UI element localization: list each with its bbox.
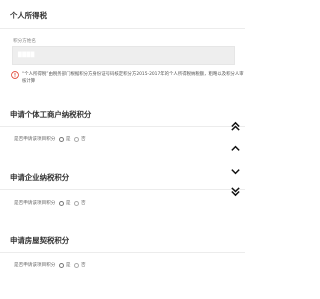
exclamation-circle-icon	[11, 71, 19, 79]
radio-no[interactable]: 否	[74, 136, 86, 142]
section-title-individual-business: 申请个体工商户纳税积分	[10, 110, 92, 119]
scroll-up-button[interactable]	[226, 140, 244, 156]
radio-yes[interactable]: 是	[59, 136, 70, 142]
double-chevron-down-icon	[230, 186, 240, 196]
tax-notice-text: “个人所得税”由税务部门根据积分方身份证号码核定积分方2015-2017年的个人…	[22, 72, 244, 84]
chevron-down-icon	[230, 168, 240, 174]
question-label: 是否申请该项目积分	[14, 263, 56, 268]
question-label: 是否申请该项目积分	[14, 201, 56, 206]
section-title-deed-tax: 申请房屋契税积分	[10, 236, 70, 245]
radio-label: 否	[80, 263, 86, 268]
radio-row-individual-business: 是否申请该项目积分 是 否	[14, 136, 90, 142]
radio-circle[interactable]	[59, 136, 65, 142]
radio-label: 是	[65, 137, 71, 142]
radio-circle[interactable]	[74, 200, 80, 206]
divider	[0, 189, 245, 190]
name-field-label: 积分方姓名	[13, 39, 36, 44]
radio-row-enterprise-tax: 是否申请该项目积分 是 否	[14, 200, 90, 206]
radio-yes[interactable]: 是	[59, 262, 70, 268]
divider	[0, 252, 245, 253]
scroll-bottom-button[interactable]	[226, 183, 244, 199]
radio-yes[interactable]: 是	[59, 200, 70, 206]
radio-row-deed-tax: 是否申请该项目积分 是 否	[14, 262, 90, 268]
name-field-value: ████	[18, 53, 35, 58]
radio-no[interactable]: 否	[74, 200, 86, 206]
radio-circle[interactable]	[74, 136, 80, 142]
radio-circle[interactable]	[59, 262, 65, 268]
section-title-enterprise-tax: 申请企业纳税积分	[10, 173, 70, 182]
personal-tax-title: 个人所得税	[10, 11, 47, 20]
radio-label: 否	[80, 201, 86, 206]
radio-no[interactable]: 否	[74, 262, 86, 268]
radio-label: 否	[80, 137, 86, 142]
divider	[0, 28, 245, 29]
divider	[0, 126, 245, 127]
question-label: 是否申请该项目积分	[14, 137, 56, 142]
radio-circle[interactable]	[59, 200, 65, 206]
radio-circle[interactable]	[74, 262, 80, 268]
radio-label: 是	[65, 263, 71, 268]
radio-label: 是	[65, 201, 71, 206]
chevron-up-icon	[230, 145, 240, 151]
scroll-down-button[interactable]	[226, 163, 244, 179]
name-field[interactable]: ████	[12, 46, 235, 65]
scroll-top-button[interactable]	[226, 118, 244, 134]
double-chevron-up-icon	[230, 121, 240, 131]
